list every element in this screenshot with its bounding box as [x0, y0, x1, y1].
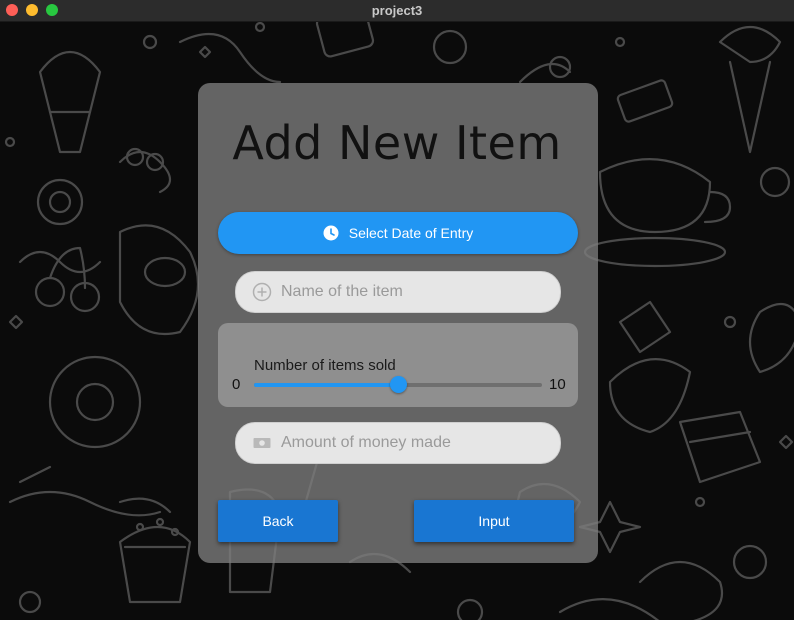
page-title: Add New Item — [232, 116, 562, 170]
slider-min-label: 0 — [232, 376, 241, 393]
slider-max-label: 10 — [549, 376, 566, 393]
clock-icon — [323, 225, 339, 241]
select-date-button[interactable]: Select Date of Entry — [218, 212, 578, 254]
add-circle-icon — [252, 282, 272, 302]
back-button[interactable]: Back — [218, 500, 338, 542]
items-sold-label: Number of items sold — [254, 357, 396, 374]
money-made-placeholder: Amount of money made — [281, 434, 451, 451]
input-button[interactable]: Input — [414, 500, 574, 542]
window-titlebar: project3 — [0, 0, 794, 22]
money-made-field[interactable]: Amount of money made — [235, 422, 561, 464]
money-icon — [253, 438, 271, 448]
window-title: project3 — [371, 3, 423, 18]
items-sold-slider-fill — [254, 383, 398, 387]
items-sold-slider-thumb[interactable] — [389, 376, 407, 393]
select-date-label: Select Date of Entry — [348, 225, 474, 241]
item-name-field[interactable]: Name of the item — [235, 271, 561, 313]
item-name-placeholder: Name of the item — [281, 283, 403, 300]
